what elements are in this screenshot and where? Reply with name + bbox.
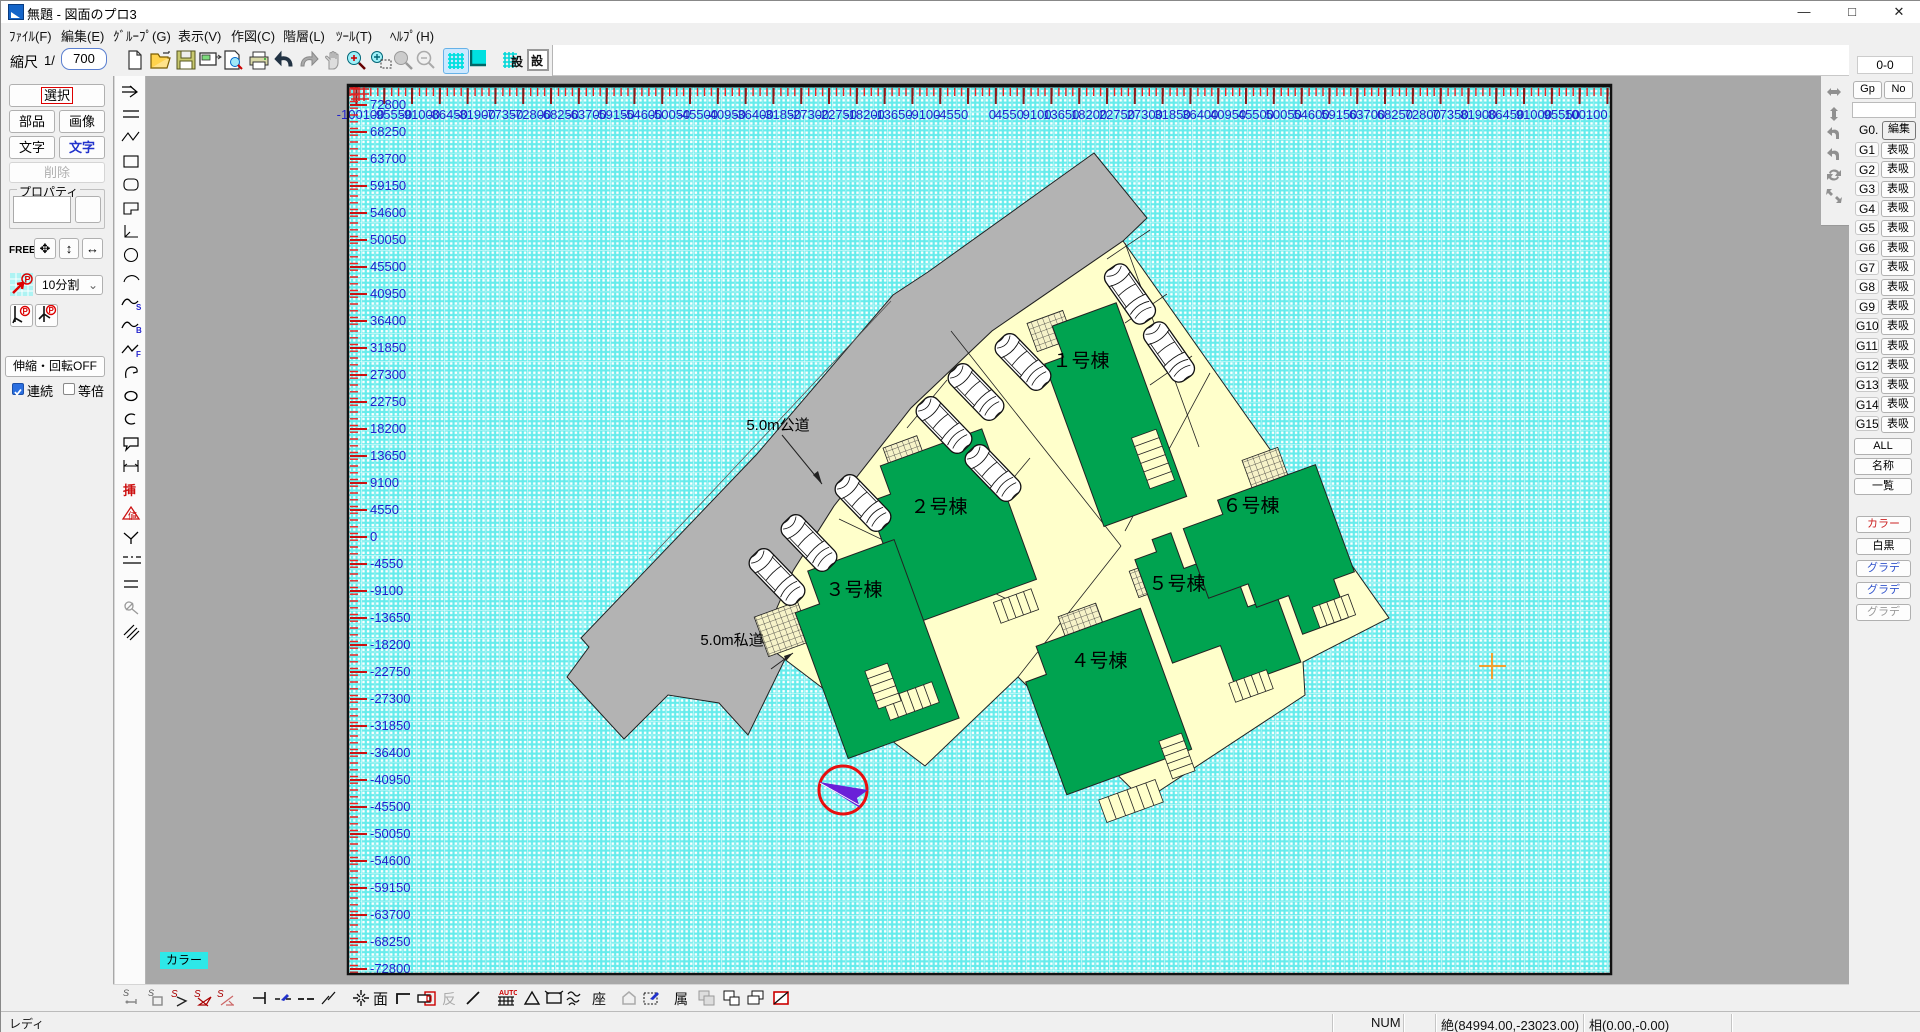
svg-text:AUTO: AUTO <box>499 990 517 997</box>
svg-text:72800: 72800 <box>370 97 406 112</box>
svg-text:54600: 54600 <box>370 205 406 220</box>
svg-text:68250: 68250 <box>370 124 406 139</box>
svg-text:-45500: -45500 <box>370 799 410 814</box>
svg-text:４号棟: ４号棟 <box>1070 650 1127 672</box>
svg-text:4550: 4550 <box>370 502 399 517</box>
svg-text:5.0m公道: 5.0m公道 <box>746 417 809 434</box>
svg-text:40950: 40950 <box>370 286 406 301</box>
svg-text:-18200: -18200 <box>370 637 410 652</box>
svg-text:座: 座 <box>592 991 606 1007</box>
svg-text:-13650: -13650 <box>370 610 410 625</box>
svg-text:１号棟: １号棟 <box>1052 350 1109 372</box>
svg-text:-4550: -4550 <box>935 107 968 122</box>
svg-text:２号棟: ２号棟 <box>910 496 967 518</box>
svg-text:-36400: -36400 <box>370 745 410 760</box>
svg-text:-50050: -50050 <box>370 826 410 841</box>
svg-text:45500: 45500 <box>370 259 406 274</box>
svg-text:36400: 36400 <box>370 313 406 328</box>
svg-text:0: 0 <box>370 529 377 544</box>
svg-text:３号棟: ３号棟 <box>825 579 882 601</box>
svg-text:５号棟: ５号棟 <box>1148 573 1205 595</box>
svg-text:100100: 100100 <box>1564 107 1607 122</box>
svg-text:22750: 22750 <box>370 394 406 409</box>
svg-text:-40950: -40950 <box>370 772 410 787</box>
svg-text:27300: 27300 <box>370 367 406 382</box>
svg-text:13650: 13650 <box>370 448 406 463</box>
svg-text:-9100: -9100 <box>370 583 403 598</box>
svg-text:-68250: -68250 <box>370 934 410 949</box>
svg-text:６号棟: ６号棟 <box>1222 495 1279 517</box>
svg-text:S: S <box>217 989 224 1000</box>
svg-text:反: 反 <box>442 991 456 1007</box>
svg-text:4550: 4550 <box>995 107 1024 122</box>
svg-text:-22750: -22750 <box>370 664 410 679</box>
svg-text:63700: 63700 <box>370 151 406 166</box>
svg-text:9100: 9100 <box>370 475 399 490</box>
svg-text:S: S <box>171 989 178 1000</box>
svg-text:S: S <box>123 988 129 998</box>
svg-text:-59150: -59150 <box>370 880 410 895</box>
svg-text:属: 属 <box>674 991 688 1007</box>
svg-text:31850: 31850 <box>370 340 406 355</box>
svg-text:-54600: -54600 <box>370 853 410 868</box>
svg-text:59150: 59150 <box>370 178 406 193</box>
svg-text:18200: 18200 <box>370 421 406 436</box>
svg-text:50050: 50050 <box>370 232 406 247</box>
svg-text:5.0m私道: 5.0m私道 <box>700 632 763 649</box>
svg-text:-27300: -27300 <box>370 691 410 706</box>
svg-text:面: 面 <box>373 991 388 1008</box>
svg-text:-31850: -31850 <box>370 718 410 733</box>
svg-text:-63700: -63700 <box>370 907 410 922</box>
svg-text:-4550: -4550 <box>370 556 403 571</box>
svg-text:S: S <box>194 989 201 1000</box>
